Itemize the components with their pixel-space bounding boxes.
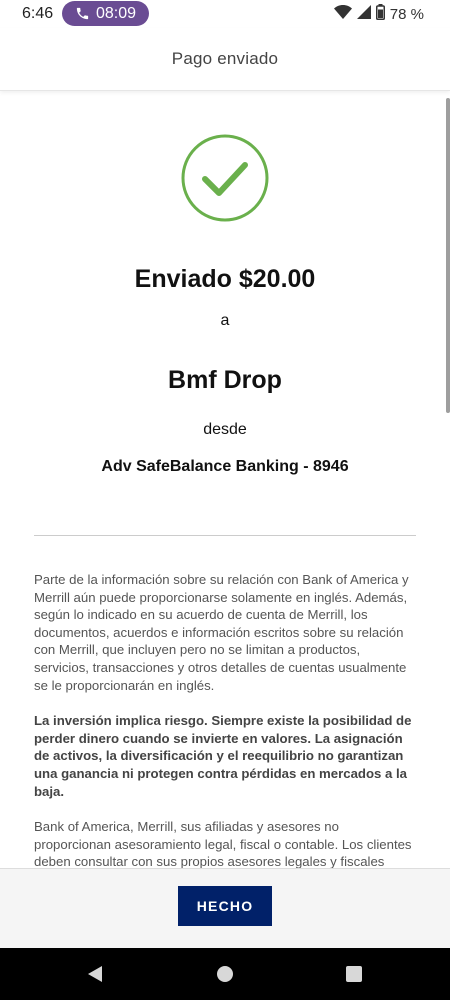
footer: HECHO (0, 868, 450, 949)
ongoing-call-chip[interactable]: 08:09 (62, 1, 149, 26)
source-account: Adv SafeBalance Banking - 8946 (101, 458, 349, 475)
disclosure-legal-tax: Bank of America, Merrill, sus afiliadas … (34, 819, 412, 868)
confirmation-content[interactable]: Enviado $20.00 a Bmf Drop desde Adv Safe… (0, 91, 450, 868)
page-title: Pago enviado (171, 49, 279, 68)
status-icons: 78 % (333, 3, 424, 25)
check-circle-icon (181, 134, 269, 222)
recipient-name: Bmf Drop (168, 366, 282, 394)
status-time: 6:46 (22, 5, 54, 22)
scrollbar-thumb[interactable] (446, 98, 450, 413)
status-bar: 6:46 08:09 78 % (0, 0, 450, 28)
from-label: desde (203, 421, 247, 438)
battery-icon (375, 3, 385, 25)
phone-icon (75, 6, 90, 21)
home-icon[interactable] (217, 966, 233, 982)
disclosure-language: Parte de la información sobre su relació… (34, 572, 409, 693)
recents-icon[interactable] (346, 966, 362, 982)
system-nav-bar (0, 948, 450, 1000)
disclosure-investment-risk: La inversión implica riesgo. Siempre exi… (34, 713, 412, 799)
call-duration: 08:09 (95, 4, 137, 22)
wifi-icon (333, 4, 352, 24)
divider (34, 535, 416, 536)
sent-amount: Enviado $20.00 (134, 265, 316, 293)
cell-signal-icon (356, 4, 371, 24)
back-icon[interactable] (86, 965, 104, 983)
disclosures: Parte de la información sobre su relació… (34, 571, 418, 868)
app-header: Pago enviado (0, 28, 450, 91)
battery-percent: 78 % (389, 5, 424, 23)
to-label: a (220, 312, 230, 329)
done-button[interactable]: HECHO (178, 886, 272, 926)
